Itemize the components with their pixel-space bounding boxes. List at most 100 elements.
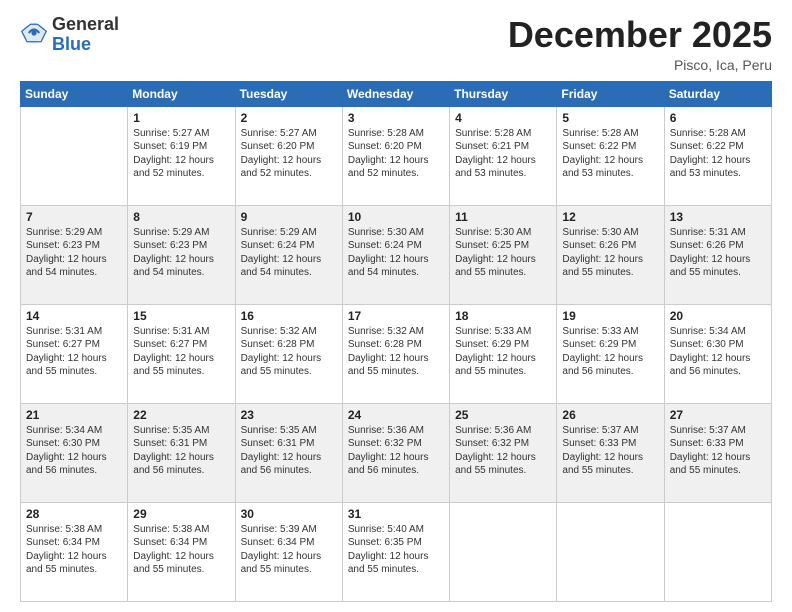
month-title: December 2025 bbox=[508, 15, 772, 55]
logo-text: General Blue bbox=[52, 15, 119, 55]
day-info: Sunrise: 5:30 AM Sunset: 6:24 PM Dayligh… bbox=[348, 226, 444, 280]
day-info: Sunrise: 5:28 AM Sunset: 6:20 PM Dayligh… bbox=[348, 127, 444, 181]
day-number: 4 bbox=[455, 111, 551, 125]
calendar-day-header: Tuesday bbox=[235, 81, 342, 106]
calendar-table: SundayMondayTuesdayWednesdayThursdayFrid… bbox=[20, 81, 772, 602]
day-info: Sunrise: 5:39 AM Sunset: 6:34 PM Dayligh… bbox=[241, 523, 337, 577]
calendar-day-cell: 12Sunrise: 5:30 AM Sunset: 6:26 PM Dayli… bbox=[557, 205, 664, 304]
calendar-day-cell: 3 Sunrise: 5:28 AM Sunset: 6:20 PM Daylig… bbox=[342, 106, 449, 205]
calendar-day-cell: 30 Sunrise: 5:39 AM Sunset: 6:34 PM Dayli… bbox=[235, 502, 342, 601]
day-info: Sunrise: 5:27 AM Sunset: 6:19 PM Dayligh… bbox=[133, 127, 229, 181]
calendar-day-cell: 28 Sunrise: 5:38 AM Sunset: 6:34 PM Dayli… bbox=[21, 502, 128, 601]
logo: General Blue bbox=[20, 15, 119, 55]
day-number: 18 bbox=[455, 309, 551, 323]
day-number: 17 bbox=[348, 309, 444, 323]
calendar-day-header: Monday bbox=[128, 81, 235, 106]
day-number: 25 bbox=[455, 408, 551, 422]
calendar-day-cell: 7 Sunrise: 5:29 AM Sunset: 6:23 PM Daylig… bbox=[21, 205, 128, 304]
calendar-day-cell: 13 Sunrise: 5:31 AM Sunset: 6:26 PM Dayli… bbox=[664, 205, 771, 304]
day-info: Sunrise: 5:28 AM Sunset: 6:22 PM Dayligh… bbox=[670, 127, 766, 181]
calendar-day-cell: 20 Sunrise: 5:34 AM Sunset: 6:30 PM Dayli… bbox=[664, 304, 771, 403]
calendar-day-cell bbox=[450, 502, 557, 601]
day-number: 2 bbox=[241, 111, 337, 125]
day-number: 10 bbox=[348, 210, 444, 224]
day-number: 28 bbox=[26, 507, 122, 521]
calendar-day-cell: 25 Sunrise: 5:36 AM Sunset: 6:32 PM Dayli… bbox=[450, 403, 557, 502]
day-number: 11 bbox=[455, 210, 551, 224]
day-info: Sunrise: 5:37 AM Sunset: 6:33 PM Dayligh… bbox=[562, 424, 658, 478]
day-info: Sunrise: 5:35 AM Sunset: 6:31 PM Dayligh… bbox=[241, 424, 337, 478]
title-block: December 2025 Pisco, Ica, Peru bbox=[508, 15, 772, 73]
day-number: 19 bbox=[562, 309, 658, 323]
logo-blue-text: Blue bbox=[52, 35, 119, 55]
calendar-day-cell: 15 Sunrise: 5:31 AM Sunset: 6:27 PM Dayli… bbox=[128, 304, 235, 403]
day-info: Sunrise: 5:29 AM Sunset: 6:23 PM Dayligh… bbox=[26, 226, 122, 280]
calendar-day-cell: 9 Sunrise: 5:29 AM Sunset: 6:24 PM Daylig… bbox=[235, 205, 342, 304]
day-number: 8 bbox=[133, 210, 229, 224]
day-number: 7 bbox=[26, 210, 122, 224]
day-info: Sunrise: 5:29 AM Sunset: 6:24 PM Dayligh… bbox=[241, 226, 337, 280]
day-info: Sunrise: 5:28 AM Sunset: 6:22 PM Dayligh… bbox=[562, 127, 658, 181]
day-number: 30 bbox=[241, 507, 337, 521]
day-number: 3 bbox=[348, 111, 444, 125]
calendar-day-cell: 22 Sunrise: 5:35 AM Sunset: 6:31 PM Dayli… bbox=[128, 403, 235, 502]
calendar-week-row: 7 Sunrise: 5:29 AM Sunset: 6:23 PM Daylig… bbox=[21, 205, 772, 304]
calendar-day-cell: 5 Sunrise: 5:28 AM Sunset: 6:22 PM Daylig… bbox=[557, 106, 664, 205]
day-info: Sunrise: 5:38 AM Sunset: 6:34 PM Dayligh… bbox=[26, 523, 122, 577]
calendar-day-header: Sunday bbox=[21, 81, 128, 106]
day-info: Sunrise: 5:33 AM Sunset: 6:29 PM Dayligh… bbox=[455, 325, 551, 379]
day-info: Sunrise: 5:30 AM Sunset: 6:25 PM Dayligh… bbox=[455, 226, 551, 280]
day-info: Sunrise: 5:34 AM Sunset: 6:30 PM Dayligh… bbox=[670, 325, 766, 379]
calendar-day-header: Thursday bbox=[450, 81, 557, 106]
day-info: Sunrise: 5:32 AM Sunset: 6:28 PM Dayligh… bbox=[241, 325, 337, 379]
calendar-day-cell: 19 Sunrise: 5:33 AM Sunset: 6:29 PM Dayli… bbox=[557, 304, 664, 403]
day-info: Sunrise: 5:34 AM Sunset: 6:30 PM Dayligh… bbox=[26, 424, 122, 478]
location: Pisco, Ica, Peru bbox=[508, 57, 772, 73]
calendar-day-cell bbox=[664, 502, 771, 601]
calendar-day-cell: 26 Sunrise: 5:37 AM Sunset: 6:33 PM Dayli… bbox=[557, 403, 664, 502]
header: General Blue December 2025 Pisco, Ica, P… bbox=[20, 15, 772, 73]
day-info: Sunrise: 5:36 AM Sunset: 6:32 PM Dayligh… bbox=[455, 424, 551, 478]
day-info: Sunrise: 5:31 AM Sunset: 6:26 PM Dayligh… bbox=[670, 226, 766, 280]
calendar-day-cell: 23Sunrise: 5:35 AM Sunset: 6:31 PM Dayli… bbox=[235, 403, 342, 502]
day-number: 22 bbox=[133, 408, 229, 422]
day-number: 26 bbox=[562, 408, 658, 422]
day-number: 15 bbox=[133, 309, 229, 323]
calendar-day-cell: 24Sunrise: 5:36 AM Sunset: 6:32 PM Dayli… bbox=[342, 403, 449, 502]
day-number: 31 bbox=[348, 507, 444, 521]
day-info: Sunrise: 5:30 AM Sunset: 6:26 PM Dayligh… bbox=[562, 226, 658, 280]
logo-icon bbox=[20, 19, 48, 47]
calendar-day-cell: 31 Sunrise: 5:40 AM Sunset: 6:35 PM Dayli… bbox=[342, 502, 449, 601]
day-info: Sunrise: 5:40 AM Sunset: 6:35 PM Dayligh… bbox=[348, 523, 444, 577]
day-number: 27 bbox=[670, 408, 766, 422]
day-info: Sunrise: 5:35 AM Sunset: 6:31 PM Dayligh… bbox=[133, 424, 229, 478]
calendar-day-cell: 16 Sunrise: 5:32 AM Sunset: 6:28 PM Dayli… bbox=[235, 304, 342, 403]
day-number: 21 bbox=[26, 408, 122, 422]
calendar-day-header: Saturday bbox=[664, 81, 771, 106]
logo-general-text: General bbox=[52, 15, 119, 35]
calendar-day-cell: 18 Sunrise: 5:33 AM Sunset: 6:29 PM Dayli… bbox=[450, 304, 557, 403]
day-number: 20 bbox=[670, 309, 766, 323]
calendar-day-cell: 29 Sunrise: 5:38 AM Sunset: 6:34 PM Dayli… bbox=[128, 502, 235, 601]
day-info: Sunrise: 5:31 AM Sunset: 6:27 PM Dayligh… bbox=[133, 325, 229, 379]
day-number: 16 bbox=[241, 309, 337, 323]
calendar-week-row: 28 Sunrise: 5:38 AM Sunset: 6:34 PM Dayli… bbox=[21, 502, 772, 601]
calendar-day-cell bbox=[21, 106, 128, 205]
calendar-day-cell: 6Sunrise: 5:28 AM Sunset: 6:22 PM Daylig… bbox=[664, 106, 771, 205]
calendar-week-row: 14Sunrise: 5:31 AM Sunset: 6:27 PM Dayli… bbox=[21, 304, 772, 403]
calendar-day-cell: 21 Sunrise: 5:34 AM Sunset: 6:30 PM Dayli… bbox=[21, 403, 128, 502]
calendar-day-cell: 8Sunrise: 5:29 AM Sunset: 6:23 PM Daylig… bbox=[128, 205, 235, 304]
calendar-day-cell: 10 Sunrise: 5:30 AM Sunset: 6:24 PM Dayli… bbox=[342, 205, 449, 304]
calendar-day-cell: 2Sunrise: 5:27 AM Sunset: 6:20 PM Daylig… bbox=[235, 106, 342, 205]
day-number: 29 bbox=[133, 507, 229, 521]
day-info: Sunrise: 5:33 AM Sunset: 6:29 PM Dayligh… bbox=[562, 325, 658, 379]
day-info: Sunrise: 5:38 AM Sunset: 6:34 PM Dayligh… bbox=[133, 523, 229, 577]
day-number: 5 bbox=[562, 111, 658, 125]
calendar-day-cell: 27 Sunrise: 5:37 AM Sunset: 6:33 PM Dayli… bbox=[664, 403, 771, 502]
calendar-day-cell: 4Sunrise: 5:28 AM Sunset: 6:21 PM Daylig… bbox=[450, 106, 557, 205]
day-number: 13 bbox=[670, 210, 766, 224]
day-info: Sunrise: 5:31 AM Sunset: 6:27 PM Dayligh… bbox=[26, 325, 122, 379]
day-number: 1 bbox=[133, 111, 229, 125]
day-info: Sunrise: 5:37 AM Sunset: 6:33 PM Dayligh… bbox=[670, 424, 766, 478]
day-number: 9 bbox=[241, 210, 337, 224]
